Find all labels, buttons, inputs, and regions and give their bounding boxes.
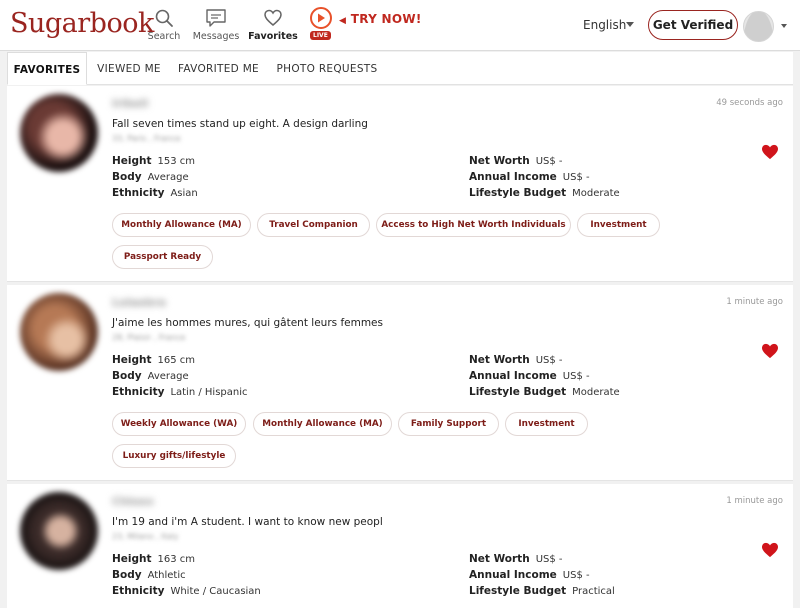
favorite-heart-icon[interactable] [761, 144, 779, 160]
nav-favorites-label: Favorites [248, 31, 298, 42]
attr-annual-income: Annual Income US$ - [469, 370, 590, 382]
tag-chip[interactable]: Access to High Net Worth Individuals [376, 213, 571, 237]
tag-chip[interactable]: Investment [505, 412, 588, 436]
profile-name[interactable]: Iribell [112, 97, 148, 110]
profile-card[interactable]: Lolaebra 1 minute ago J'aime les hommes … [7, 285, 793, 481]
tag-chip[interactable]: Luxury gifts/lifestyle [112, 444, 236, 468]
tab-favorites[interactable]: FAVORITES [7, 52, 87, 85]
attr-ethnicity: Ethnicity Latin / Hispanic [112, 386, 248, 398]
attr-ethnicity: Ethnicity Asian [112, 187, 198, 199]
live-badge: LIVE [310, 31, 331, 40]
favorite-heart-icon[interactable] [761, 542, 779, 558]
tab-favorited-me[interactable]: FAVORITED ME [171, 52, 266, 85]
nav-search[interactable]: Search [139, 8, 189, 42]
favorites-tabs: FAVORITES VIEWED ME FAVORITED ME PHOTO R… [7, 52, 793, 85]
attr-body: Body Average [112, 171, 189, 183]
tag-chip[interactable]: Weekly Allowance (WA) [112, 412, 246, 436]
nav-messages-label: Messages [192, 31, 240, 42]
profile-photo[interactable] [20, 492, 98, 570]
attr-height: Height 165 cm [112, 354, 196, 366]
profile-location: 33, Paris , France [112, 134, 181, 143]
profile-name[interactable]: Chloex [112, 495, 154, 508]
tag-chip[interactable]: Passport Ready [112, 245, 213, 269]
profile-photo[interactable] [20, 94, 98, 172]
attr-height: Height 163 cm [112, 553, 196, 565]
attr-lifestyle-budget: Lifestyle Budget Moderate [469, 386, 620, 398]
tab-viewed-me[interactable]: VIEWED ME [87, 52, 171, 85]
attr-height: Height 153 cm [112, 155, 196, 167]
tag-chip[interactable]: Monthly Allowance (MA) [112, 213, 251, 237]
profile-location: 28, Plaisir , France [112, 333, 186, 342]
caret-left-icon: ◀ [339, 16, 347, 26]
tag-chip[interactable]: Monthly Allowance (MA) [253, 412, 392, 436]
favorite-heart-icon[interactable] [761, 343, 779, 359]
attr-lifestyle-budget: Lifestyle Budget Moderate [469, 187, 620, 199]
tag-chip[interactable]: Investment [577, 213, 660, 237]
attr-lifestyle-budget: Lifestyle Budget Practical [469, 585, 615, 597]
profile-headline: J'aime les hommes mures, qui gâtent leur… [112, 317, 383, 329]
attr-net-worth: Net Worth US$ - [469, 354, 563, 366]
profile-headline: Fall seven times stand up eight. A desig… [112, 118, 368, 130]
message-icon [191, 8, 241, 28]
tag-chip[interactable]: Travel Companion [257, 213, 370, 237]
attr-annual-income: Annual Income US$ - [469, 569, 590, 581]
top-nav-bar: Sugarbook Search Messages Favorites LIVE… [0, 0, 800, 51]
profile-photo[interactable] [20, 293, 98, 371]
nav-messages[interactable]: Messages [191, 8, 241, 42]
profile-card[interactable]: Iribell 49 seconds ago Fall seven times … [7, 86, 793, 282]
live-button[interactable]: LIVE [308, 6, 334, 42]
try-now-link[interactable]: ◀ TRY NOW! [339, 12, 422, 26]
last-active-time: 49 seconds ago [716, 98, 783, 108]
attr-body: Body Average [112, 370, 189, 382]
tab-photo-requests[interactable]: PHOTO REQUESTS [266, 52, 388, 85]
profile-card[interactable]: Chloex 1 minute ago I'm 19 and i'm A stu… [7, 484, 793, 608]
last-active-time: 1 minute ago [726, 297, 783, 307]
heart-outline-icon [248, 8, 298, 28]
attr-net-worth: Net Worth US$ - [469, 155, 563, 167]
nav-search-label: Search [147, 31, 181, 42]
last-active-time: 1 minute ago [726, 496, 783, 506]
attr-ethnicity: Ethnicity White / Caucasian [112, 585, 261, 597]
language-selector[interactable]: English [583, 18, 626, 32]
live-play-icon [310, 7, 332, 29]
attr-annual-income: Annual Income US$ - [469, 171, 590, 183]
sugarbook-logo[interactable]: Sugarbook [10, 8, 154, 39]
search-icon [139, 8, 189, 28]
user-avatar[interactable] [743, 11, 774, 42]
attr-body: Body Athletic [112, 569, 186, 581]
attr-net-worth: Net Worth US$ - [469, 553, 563, 565]
chevron-down-icon[interactable] [781, 24, 787, 28]
tag-chip[interactable]: Family Support [398, 412, 499, 436]
chevron-down-icon[interactable] [626, 22, 634, 27]
profile-headline: I'm 19 and i'm A student. I want to know… [112, 516, 383, 528]
nav-favorites[interactable]: Favorites [248, 8, 298, 42]
profile-location: 23, Milano , Italy [112, 532, 179, 541]
profile-name[interactable]: Lolaebra [112, 296, 166, 309]
get-verified-button[interactable]: Get Verified [648, 10, 738, 40]
try-now-label: TRY NOW! [350, 12, 422, 26]
